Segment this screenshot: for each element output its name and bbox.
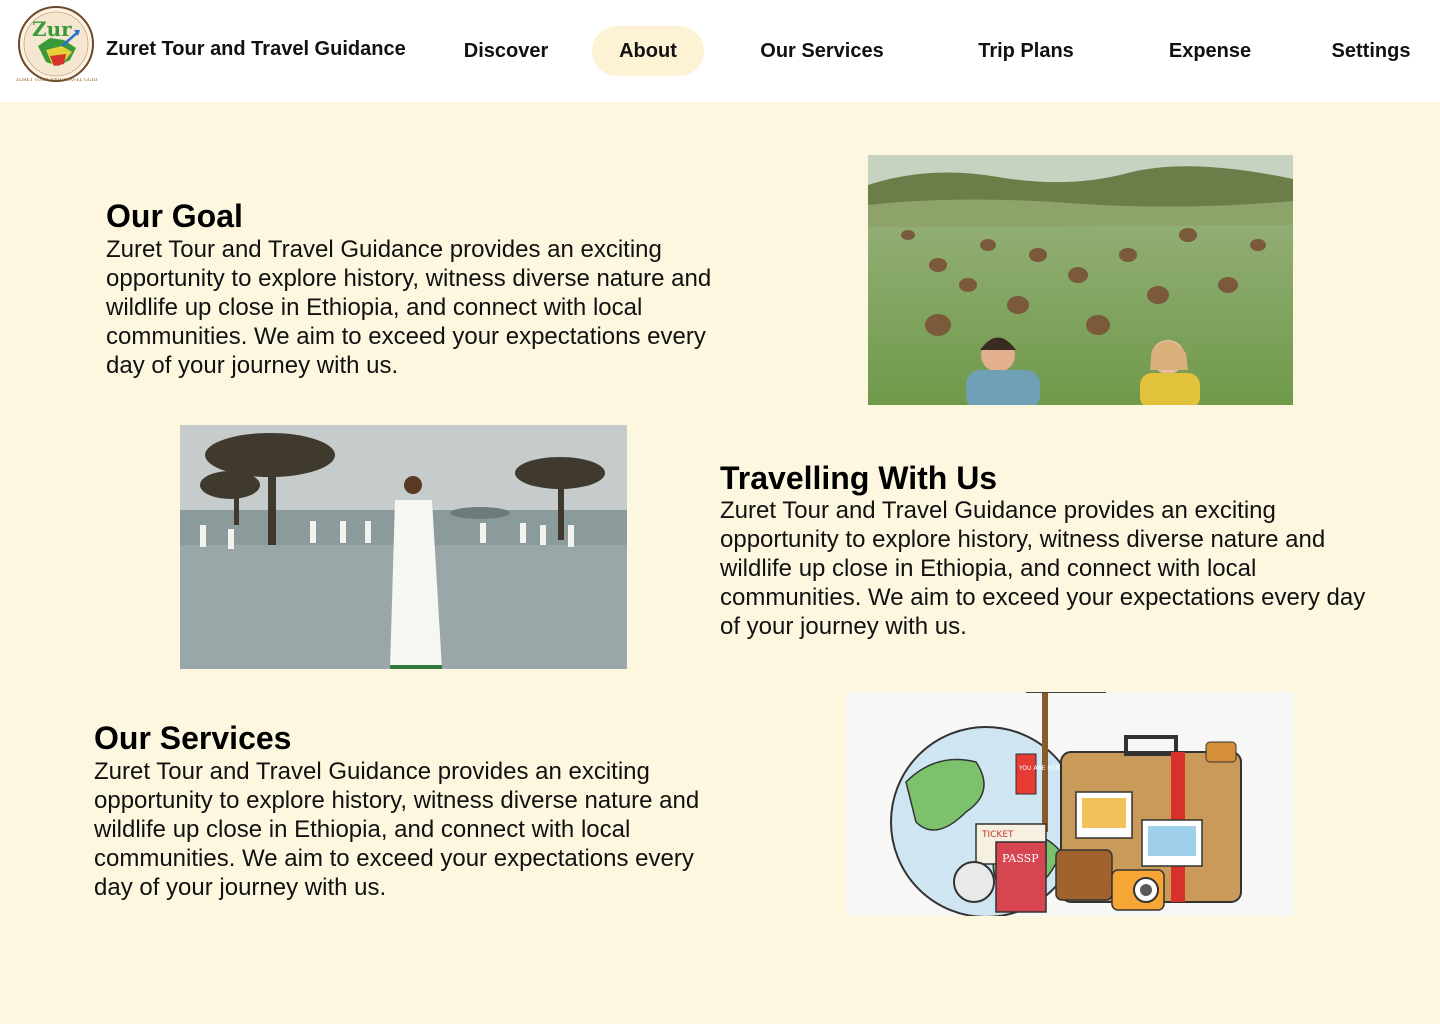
logo-emblem-icon: Zur [18,6,94,82]
nav-about[interactable]: About [592,26,704,76]
nav-expense[interactable]: Expense [1156,26,1264,76]
monkeys-field-photo [868,155,1293,405]
top-header: Zur ZURET TOUR AND TRAVEL GUIDANCE Zuret… [0,0,1440,102]
travelling-with-us-title: Travelling With Us [720,460,998,496]
travelling-with-us-text: Zuret Tour and Travel Guidance provides … [720,497,1366,640]
svg-text:TICKET: TICKET [981,830,1014,840]
logo-tagline: ZURET TOUR AND TRAVEL GUIDANCE [16,78,98,83]
lake-people-photo [180,425,627,669]
svg-text:PASSP: PASSP [1002,852,1039,865]
travel-illustration: YOU ARE HERE TICKET PASSP [846,692,1293,916]
svg-text:Zur: Zur [32,17,72,41]
our-services-title: Our Services [94,720,292,756]
nav-settings[interactable]: Settings [1318,26,1424,76]
brand-name[interactable]: Zuret Tour and Travel Guidance [106,38,406,61]
nav-discover[interactable]: Discover [448,26,564,76]
our-services-text: Zuret Tour and Travel Guidance provides … [94,758,700,901]
nav-our-services[interactable]: Our Services [742,26,902,76]
nav-trip-plans[interactable]: Trip Plans [962,26,1090,76]
brand-logo[interactable]: Zur [18,6,94,82]
svg-text:YOU ARE HERE: YOU ARE HERE [1018,765,1064,772]
our-goal-text: Zuret Tour and Travel Guidance provides … [106,236,712,379]
our-goal-title: Our Goal [106,198,243,234]
